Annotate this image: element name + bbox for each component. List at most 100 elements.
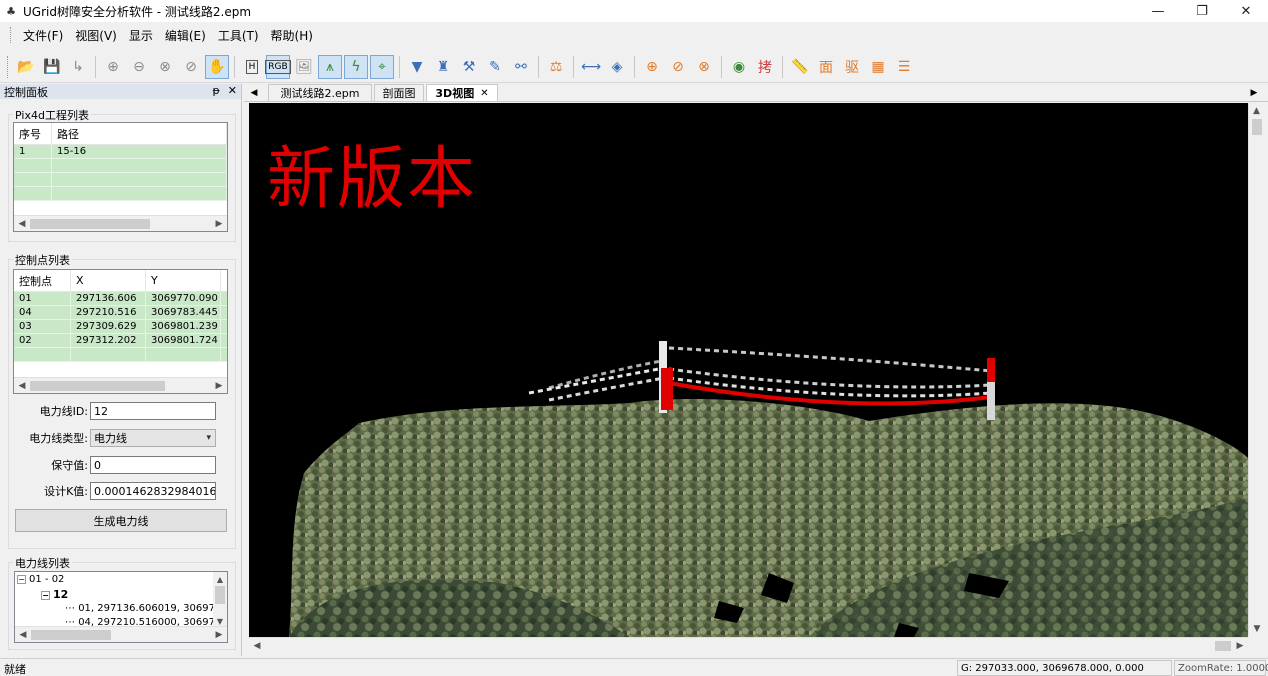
tree-node[interactable]: −01 - 02 [17,574,64,585]
scroll-thumb[interactable] [215,586,225,604]
scroll-right-icon[interactable]: ▶ [211,378,227,394]
zoom-fit-icon[interactable]: ⊗ [153,55,177,79]
tab-3d-view[interactable]: 3D视图 ✕ [426,84,498,101]
lightning-icon[interactable]: ϟ [344,54,368,79]
panel-header-icons: ᵽ ✕ [212,84,237,97]
pin-icon[interactable]: ᵽ [212,84,219,97]
menu-view[interactable]: 视图(V) [69,27,123,44]
table-cell: 1 [14,145,52,158]
scroll-left-icon[interactable]: ◀ [14,378,30,394]
table-row[interactable]: 03 297309.629 3069801.239 [14,320,227,334]
menu-tools[interactable]: 工具(T) [212,27,265,44]
column-header[interactable]: Y [146,270,221,291]
minimize-button[interactable]: — [1136,0,1180,22]
scroll-thumb[interactable] [1215,641,1231,651]
edit-circle-icon[interactable]: ⊘ [666,55,690,79]
tree-vscroll[interactable]: ▲ ▼ [213,572,227,628]
scroll-thumb[interactable] [31,629,111,640]
control-panel: 控制面板 ᵽ ✕ Pix4d工程列表 序号 路径 1 15-16 ◀ ▶ 控制点… [0,84,242,656]
surface-icon[interactable]: 面 [814,55,838,79]
column-header[interactable]: X [71,270,146,291]
flashlight-icon[interactable]: ▼ [405,55,429,79]
control-points-hscroll[interactable]: ◀ ▶ [14,377,227,393]
zoom-reset-icon[interactable]: ⊘ [179,55,203,79]
tree-leaf[interactable]: ⋯ 01, 297136.606019, 3069770.0 [65,603,227,614]
tab-close-icon[interactable]: ✕ [480,88,488,99]
tab-epm[interactable]: 测试线路2.epm [268,84,372,101]
table-row[interactable]: 1 15-16 [14,145,227,159]
scroll-down-icon[interactable]: ▼ [1249,621,1265,637]
pix4d-group-title: Pix4d工程列表 [13,107,91,123]
scroll-left-icon[interactable]: ◀ [249,638,265,654]
tabs-scroll-left-icon[interactable]: ◀ [247,84,261,101]
view-vscroll[interactable]: ▲ ▼ [1248,103,1264,637]
tower-icon[interactable]: ⩚ [318,54,342,79]
line-type-select[interactable]: 电力线 ▾ [90,429,216,447]
column-header[interactable]: 序号 [14,123,52,144]
open-folder-icon[interactable]: 📂 [14,55,38,79]
3d-viewport[interactable]: 新版本 [249,103,1248,637]
chart-icon[interactable]: ▦ [866,55,890,79]
scroll-thumb[interactable] [30,218,150,229]
scroll-thumb[interactable] [30,380,165,391]
status-zoom-rate: ZoomRate: 1.0000 [1174,660,1268,676]
paint-icon[interactable]: ✎ [483,55,507,79]
target-icon[interactable]: ⌖ [370,54,394,79]
control-points-table-header: 控制点 X Y [14,270,227,292]
collapse-icon[interactable]: − [41,590,50,600]
scroll-up-icon[interactable]: ▲ [213,572,227,586]
measure-width-icon[interactable]: ⟷ [579,55,603,79]
line-id-input[interactable]: 12 [90,402,216,420]
zoom-in-icon[interactable]: ⊕ [101,55,125,79]
menu-display[interactable]: 显示 [123,27,159,44]
menu-help[interactable]: 帮助(H) [265,27,319,44]
control-panel-title: 控制面板 [4,85,48,99]
scroll-right-icon[interactable]: ▶ [1232,638,1248,654]
scroll-thumb[interactable] [1252,119,1262,135]
scroll-left-icon[interactable]: ◀ [15,627,31,643]
image-icon[interactable]: 🖼 [292,55,316,79]
delete-circle-icon[interactable]: ⊗ [692,55,716,79]
pan-hand-icon[interactable]: ✋ [205,54,229,79]
panel-close-icon[interactable]: ✕ [228,84,237,97]
gavel-icon[interactable]: ⚖ [544,55,568,79]
tabs-scroll-right-icon[interactable]: ▶ [1247,84,1261,101]
tree-node[interactable]: −12 [41,588,68,601]
save-icon[interactable]: 💾 [40,55,64,79]
collapse-icon[interactable]: − [17,574,26,584]
column-header[interactable]: 路径 [52,123,227,144]
eye-icon[interactable]: ◉ [727,55,751,79]
copy-tool-icon[interactable]: 拷 [753,55,777,79]
rgb-color-icon[interactable]: RGB [265,54,291,79]
save-as-icon[interactable]: ↳ [66,55,90,79]
scroll-left-icon[interactable]: ◀ [14,216,30,232]
pix4d-hscroll[interactable]: ◀ ▶ [14,215,227,231]
layers-icon[interactable]: ◈ [605,55,629,79]
scroll-up-icon[interactable]: ▲ [1249,103,1264,119]
tab-profile[interactable]: 剖面图 [374,84,424,101]
menu-edit[interactable]: 编辑(E) [159,27,212,44]
brush-icon[interactable]: ♜ [431,55,455,79]
view-hscroll[interactable]: ◀ ▶ [249,637,1248,653]
table-row[interactable]: 01 297136.606 3069770.090 [14,292,227,306]
height-color-icon[interactable]: H [240,55,264,79]
menu-file[interactable]: 文件(F) [17,27,69,44]
table-row[interactable]: 04 297210.516 3069783.445 [14,306,227,320]
ruler-icon[interactable]: 📏 [788,55,812,79]
drive-icon[interactable]: 驱 [840,55,864,79]
close-button[interactable]: ✕ [1224,0,1268,22]
link-icon[interactable]: ⚯ [509,55,533,79]
tree-hscroll[interactable]: ◀ ▶ [15,626,227,642]
scroll-right-icon[interactable]: ▶ [211,216,227,232]
generate-line-button[interactable]: 生成电力线 [15,509,227,532]
zoom-out-icon[interactable]: ⊖ [127,55,151,79]
scroll-right-icon[interactable]: ▶ [211,627,227,643]
column-header[interactable]: 控制点 [14,270,71,291]
list-icon[interactable]: ☰ [892,55,916,79]
wrench-icon[interactable]: ⚒ [457,55,481,79]
maximize-button[interactable]: ❐ [1180,0,1224,22]
guard-input[interactable]: 0 [90,456,216,474]
k-value-input[interactable]: 0.000146283298401687 [90,482,216,500]
add-circle-icon[interactable]: ⊕ [640,55,664,79]
table-row[interactable]: 02 297312.202 3069801.724 [14,334,227,348]
